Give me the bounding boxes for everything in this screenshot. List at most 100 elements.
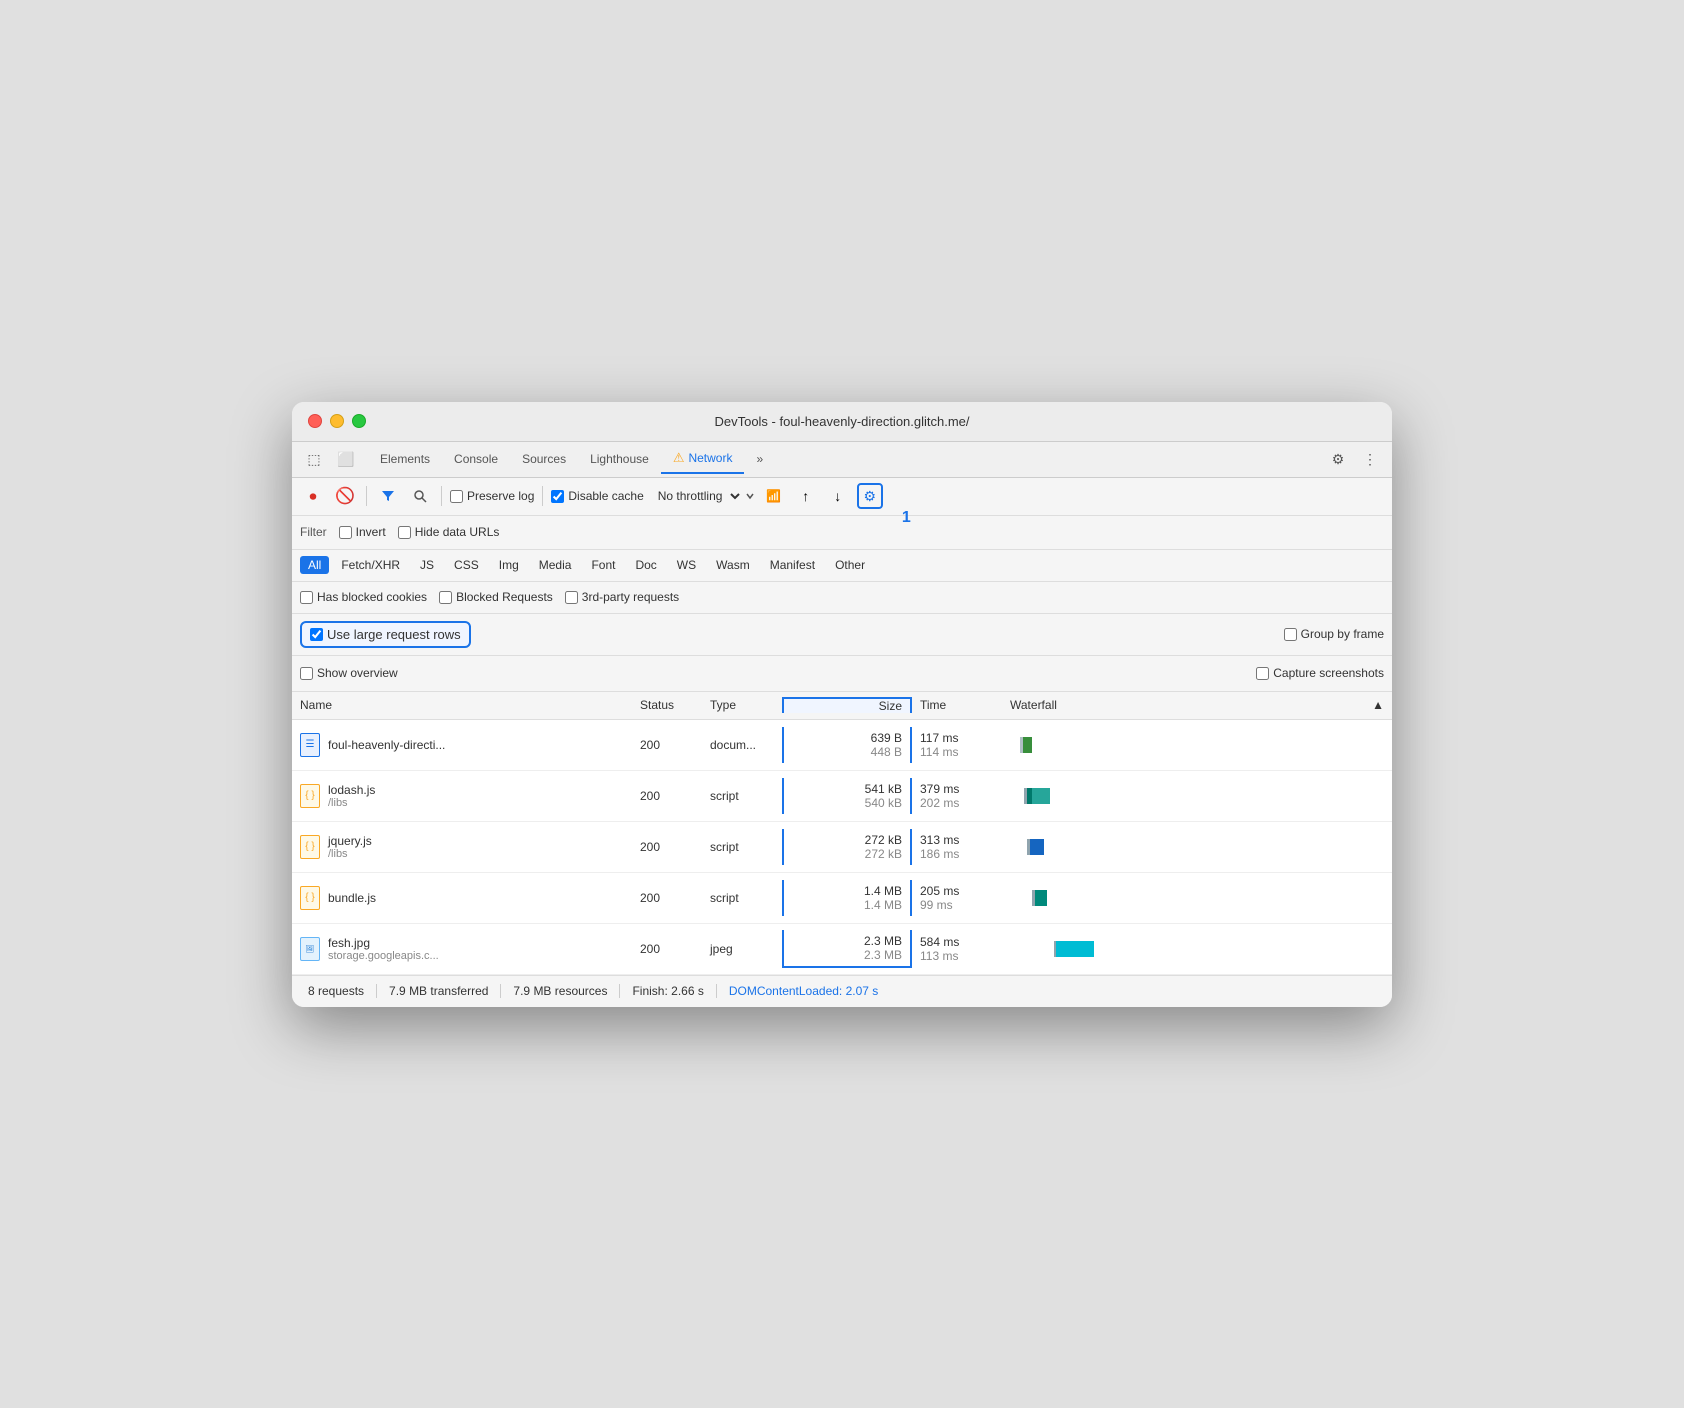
row-status-2: 200 — [632, 840, 702, 854]
sort-icon: ▲ — [1372, 698, 1384, 712]
upload-button[interactable]: ↑ — [793, 483, 819, 509]
disable-cache-checkbox-label[interactable]: Disable cache — [551, 489, 643, 503]
table-header: Name Status Type Size Time Waterfall ▲ — [292, 692, 1392, 720]
row-waterfall-3 — [1002, 873, 1392, 923]
filter-css[interactable]: CSS — [446, 556, 487, 574]
js-icon: { } — [300, 784, 320, 808]
filter-img[interactable]: Img — [491, 556, 527, 574]
header-waterfall-label: Waterfall — [1010, 698, 1057, 712]
clear-button[interactable]: 🚫 — [332, 483, 358, 509]
row-size-primary-1: 541 kB — [865, 782, 902, 796]
row-name-text-4: fesh.jpg storage.googleapis.c... — [328, 936, 439, 962]
network-toolbar: ⏺ 🚫 Preserve log Disable cache No thro — [292, 478, 1392, 516]
minimize-button[interactable] — [330, 414, 344, 428]
tab-console[interactable]: Console — [442, 446, 510, 472]
hide-data-urls-checkbox[interactable] — [398, 526, 411, 539]
toolbar-divider-3 — [542, 486, 543, 506]
filter-ws[interactable]: WS — [669, 556, 704, 574]
tab-elements[interactable]: Elements — [368, 446, 442, 472]
preserve-log-checkbox-label[interactable]: Preserve log — [450, 489, 534, 503]
filter-fetch-xhr[interactable]: Fetch/XHR — [333, 556, 408, 574]
row-time-0: 117 ms 114 ms — [912, 727, 1002, 763]
blocked-requests-label[interactable]: Blocked Requests — [439, 590, 553, 604]
third-party-checkbox[interactable] — [565, 591, 578, 604]
titlebar: DevTools - foul-heavenly-direction.glitc… — [292, 402, 1392, 442]
throttle-select[interactable]: No throttling — [650, 486, 743, 506]
has-blocked-cookies-checkbox[interactable] — [300, 591, 313, 604]
table-row[interactable]: ☰ foul-heavenly-directi... 200 docum... … — [292, 720, 1392, 771]
filter-other[interactable]: Other — [827, 556, 873, 574]
tab-network[interactable]: ⚠ Network — [661, 444, 745, 474]
show-overview-label[interactable]: Show overview — [300, 666, 398, 680]
row-primary-3: bundle.js — [328, 891, 376, 905]
search-button[interactable] — [407, 483, 433, 509]
third-party-label[interactable]: 3rd-party requests — [565, 590, 679, 604]
filter-button[interactable] — [375, 483, 401, 509]
row-size-primary-3: 1.4 MB — [864, 884, 902, 898]
header-waterfall[interactable]: Waterfall ▲ — [1002, 698, 1392, 712]
tab-more[interactable]: » — [744, 446, 775, 472]
gear-icon-btn[interactable]: ⚙ — [1324, 445, 1352, 473]
invert-checkbox[interactable] — [339, 526, 352, 539]
traffic-lights — [308, 414, 366, 428]
device-icon-btn[interactable]: ⬜ — [332, 445, 360, 473]
hide-data-urls-checkbox-label[interactable]: Hide data URLs — [398, 525, 500, 539]
disable-cache-checkbox[interactable] — [551, 490, 564, 503]
filter-wasm[interactable]: Wasm — [708, 556, 758, 574]
third-party-text: 3rd-party requests — [582, 590, 679, 604]
header-size[interactable]: Size — [782, 697, 912, 713]
tab-lighthouse[interactable]: Lighthouse — [578, 446, 661, 472]
filter-doc[interactable]: Doc — [627, 556, 664, 574]
table-row[interactable]: 🖼 fesh.jpg storage.googleapis.c... 200 j… — [292, 924, 1392, 975]
row-type-4: jpeg — [702, 942, 782, 956]
wifi-icon-btn[interactable]: 📶 — [761, 483, 787, 509]
row-time-secondary-2: 186 ms — [920, 847, 959, 861]
capture-screenshots-text: Capture screenshots — [1273, 666, 1384, 680]
row-status-0: 200 — [632, 738, 702, 752]
ellipsis-icon-btn[interactable]: ⋮ — [1356, 445, 1384, 473]
cursor-icon-btn[interactable]: ⬚ — [300, 445, 328, 473]
filter-js[interactable]: JS — [412, 556, 442, 574]
table-row[interactable]: { } lodash.js /libs 200 script 541 kB 54… — [292, 771, 1392, 822]
capture-screenshots-checkbox[interactable] — [1256, 667, 1269, 680]
download-button[interactable]: ↓ — [825, 483, 851, 509]
filter-manifest[interactable]: Manifest — [762, 556, 823, 574]
header-time[interactable]: Time — [912, 698, 1002, 712]
blocked-requests-checkbox[interactable] — [439, 591, 452, 604]
row-time-1: 379 ms 202 ms — [912, 778, 1002, 814]
capture-screenshots-label[interactable]: Capture screenshots — [1256, 666, 1384, 680]
row-time-secondary-0: 114 ms — [920, 745, 958, 759]
row-size-4: 2.3 MB 2.3 MB — [782, 930, 912, 968]
row-status-3: 200 — [632, 891, 702, 905]
row-name-1: { } lodash.js /libs — [292, 779, 632, 813]
table-row[interactable]: { } bundle.js 200 script 1.4 MB 1.4 MB 2… — [292, 873, 1392, 924]
record-button[interactable]: ⏺ — [300, 483, 326, 509]
group-by-frame-label[interactable]: Group by frame — [1284, 627, 1384, 641]
tab-sources[interactable]: Sources — [510, 446, 578, 472]
large-request-rows-checkbox[interactable] — [310, 628, 323, 641]
has-blocked-cookies-label[interactable]: Has blocked cookies — [300, 590, 427, 604]
window-title: DevTools - foul-heavenly-direction.glitc… — [714, 414, 969, 429]
devtools-left-icons: ⬚ ⬜ — [300, 445, 360, 473]
close-button[interactable] — [308, 414, 322, 428]
maximize-button[interactable] — [352, 414, 366, 428]
filter-font[interactable]: Font — [583, 556, 623, 574]
show-overview-checkbox[interactable] — [300, 667, 313, 680]
invert-checkbox-label[interactable]: Invert — [339, 525, 386, 539]
row-time-3: 205 ms 99 ms — [912, 880, 1002, 916]
preserve-log-checkbox[interactable] — [450, 490, 463, 503]
row-name-4: 🖼 fesh.jpg storage.googleapis.c... — [292, 932, 632, 966]
filter-media[interactable]: Media — [531, 556, 580, 574]
settings-button[interactable]: ⚙ — [857, 483, 883, 509]
header-name[interactable]: Name — [292, 698, 632, 712]
row-waterfall-2 — [1002, 822, 1392, 872]
filter-all[interactable]: All — [300, 556, 329, 574]
settings-row2: Show overview Capture screenshots — [292, 656, 1392, 692]
row-type-1: script — [702, 789, 782, 803]
table-row[interactable]: { } jquery.js /libs 200 script 272 kB 27… — [292, 822, 1392, 873]
header-status[interactable]: Status — [632, 698, 702, 712]
js-icon: { } — [300, 886, 320, 910]
large-request-rows-label[interactable]: Use large request rows — [300, 621, 471, 648]
group-by-frame-checkbox[interactable] — [1284, 628, 1297, 641]
header-type[interactable]: Type — [702, 698, 782, 712]
